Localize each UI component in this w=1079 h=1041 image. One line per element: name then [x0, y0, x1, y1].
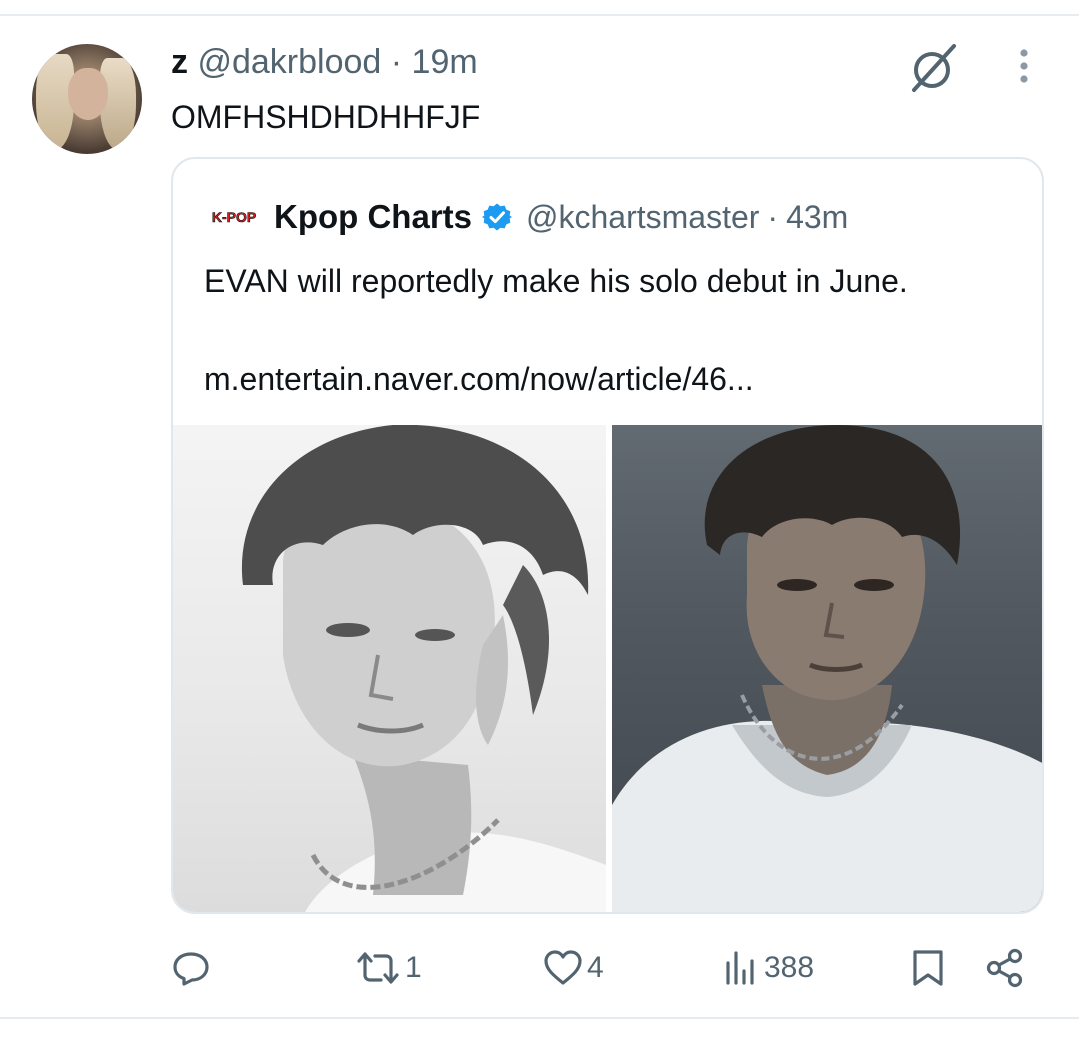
quoted-photo-left[interactable]: [173, 425, 606, 912]
quoted-tweet-link[interactable]: m.entertain.naver.com/now/article/46...: [204, 357, 754, 401]
kpop-logo-text: K-POP: [212, 209, 256, 225]
tweet-time[interactable]: 19m: [412, 43, 478, 81]
retweet-count: 1: [405, 951, 422, 984]
kpop-charts-logo: K-POP: [204, 208, 264, 226]
retweet-button[interactable]: 1: [355, 940, 422, 996]
views-button[interactable]: 388: [724, 940, 814, 996]
bookmark-button[interactable]: [911, 940, 945, 996]
display-name[interactable]: z: [171, 43, 188, 81]
quoted-tweet-header: K-POP Kpop Charts @kchartsmaster · 43m: [204, 195, 848, 239]
views-count: 388: [764, 951, 815, 984]
reply-icon: [173, 952, 209, 986]
reply-button[interactable]: [172, 940, 214, 996]
like-button[interactable]: 4: [543, 940, 604, 996]
quoted-photo-right[interactable]: [612, 425, 1042, 912]
quoted-display-name[interactable]: Kpop Charts: [274, 198, 472, 236]
tweet-header: z @dakrblood · 19m: [171, 40, 478, 84]
quoted-tweet-text: EVAN will reportedly make his solo debut…: [204, 263, 908, 299]
quoted-separator-dot: ·: [767, 198, 779, 235]
views-icon: [726, 951, 754, 985]
retweet-icon: [357, 952, 399, 984]
more-options-icon[interactable]: [1012, 46, 1036, 86]
bookmark-icon: [913, 950, 943, 986]
share-button[interactable]: [985, 940, 1025, 996]
verified-badge-icon: [482, 203, 512, 231]
like-count: 4: [587, 951, 604, 984]
quoted-tweet-time[interactable]: 43m: [786, 199, 848, 236]
grok-icon[interactable]: [906, 40, 960, 94]
bottom-divider: [0, 1017, 1079, 1019]
top-divider: [0, 14, 1079, 16]
quoted-user-handle[interactable]: @kchartsmaster: [526, 199, 759, 236]
quoted-tweet-card[interactable]: K-POP Kpop Charts @kchartsmaster · 43m E…: [171, 157, 1044, 914]
tweet-actions-bar: 1 4 388: [0, 940, 1079, 996]
tweet-text: OMFHSHDHDHHFJF: [171, 99, 481, 135]
avatar[interactable]: [32, 44, 142, 154]
separator-dot: ·: [390, 43, 403, 81]
share-icon: [986, 948, 1023, 988]
user-handle[interactable]: @dakrblood: [197, 43, 381, 81]
heart-icon: [544, 950, 582, 985]
